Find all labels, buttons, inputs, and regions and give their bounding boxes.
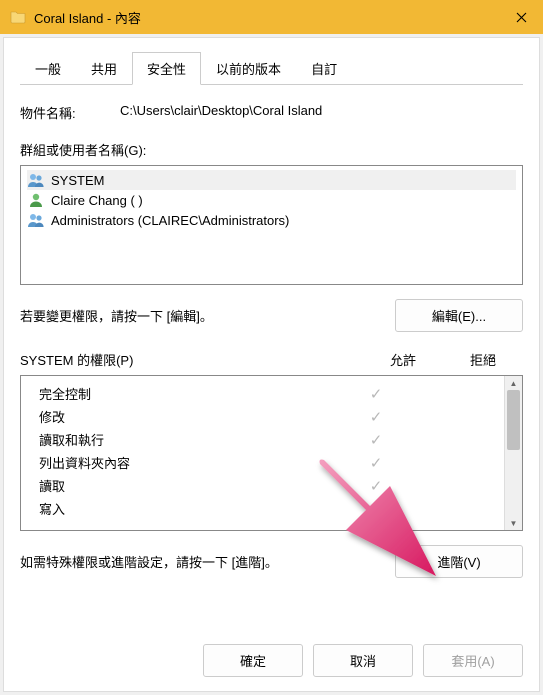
permission-allow-check-icon: ✓	[336, 454, 416, 472]
advanced-hint: 如需特殊權限或進階設定，請按一下 [進階]。	[20, 552, 383, 571]
apply-button[interactable]: 套用(A)	[423, 644, 523, 677]
permissions-title: SYSTEM 的權限(P)	[20, 350, 363, 369]
scroll-thumb[interactable]	[507, 390, 520, 450]
folder-icon	[10, 9, 26, 25]
permission-row: 讀取✓	[29, 474, 496, 497]
edit-button[interactable]: 編輯(E)...	[395, 299, 523, 332]
list-item-label: Administrators (CLAIREC\Administrators)	[51, 213, 289, 228]
permissions-box: 完全控制✓修改✓讀取和執行✓列出資料夾內容✓讀取✓寫入✓ ▲ ▼	[20, 375, 523, 531]
permissions-list: 完全控制✓修改✓讀取和執行✓列出資料夾內容✓讀取✓寫入✓	[21, 376, 504, 530]
permission-name: 列出資料夾內容	[29, 453, 336, 472]
permissions-col-allow: 允許	[363, 350, 443, 369]
ok-button[interactable]: 確定	[203, 644, 303, 677]
window-title: Coral Island - 內容	[34, 8, 499, 27]
object-name-row: 物件名稱: C:\Users\clair\Desktop\Coral Islan…	[20, 103, 523, 122]
permission-allow-check-icon: ✓	[336, 477, 416, 495]
permission-name: 修改	[29, 407, 336, 426]
window-body: 一般 共用 安全性 以前的版本 自訂 物件名稱: C:\Users\clair\…	[3, 37, 540, 692]
groups-label: 群組或使用者名稱(G):	[20, 140, 523, 159]
permission-name: 完全控制	[29, 384, 336, 403]
cancel-button[interactable]: 取消	[313, 644, 413, 677]
permission-allow-check-icon: ✓	[336, 408, 416, 426]
permission-row: 寫入✓	[29, 497, 496, 520]
permission-name: 讀取和執行	[29, 430, 336, 449]
tab-general[interactable]: 一般	[20, 52, 76, 85]
permission-row: 列出資料夾內容✓	[29, 451, 496, 474]
permission-allow-check-icon: ✓	[336, 431, 416, 449]
user-icon	[27, 192, 45, 208]
permission-row: 修改✓	[29, 405, 496, 428]
permission-row: 完全控制✓	[29, 382, 496, 405]
list-item-label: SYSTEM	[51, 173, 104, 188]
permissions-header: SYSTEM 的權限(P) 允許 拒絕	[20, 350, 523, 369]
tab-customize[interactable]: 自訂	[296, 52, 352, 85]
list-item[interactable]: Claire Chang ( )	[27, 190, 516, 210]
object-name-value: C:\Users\clair\Desktop\Coral Island	[120, 103, 523, 122]
titlebar: Coral Island - 內容	[0, 0, 543, 34]
tab-strip: 一般 共用 安全性 以前的版本 自訂	[20, 52, 523, 85]
list-item-label: Claire Chang ( )	[51, 193, 143, 208]
group-icon	[27, 212, 45, 228]
advanced-row: 如需特殊權限或進階設定，請按一下 [進階]。 進階(V)	[20, 545, 523, 578]
close-button[interactable]	[499, 0, 543, 34]
scroll-up-arrow-icon: ▲	[505, 376, 522, 390]
close-icon	[516, 12, 527, 23]
permission-allow-check-icon: ✓	[336, 385, 416, 403]
scroll-down-arrow-icon: ▼	[505, 516, 522, 530]
permission-row: 讀取和執行✓	[29, 428, 496, 451]
tab-previous-versions[interactable]: 以前的版本	[201, 52, 296, 85]
groups-listbox[interactable]: SYSTEM Claire Chang ( ) Administrators (CL…	[20, 165, 523, 285]
advanced-button[interactable]: 進階(V)	[395, 545, 523, 578]
tab-sharing[interactable]: 共用	[76, 52, 132, 85]
tab-security[interactable]: 安全性	[132, 52, 201, 85]
permission-name: 讀取	[29, 476, 336, 495]
group-icon	[27, 172, 45, 188]
permission-allow-check-icon: ✓	[336, 500, 416, 518]
edit-hint: 若要變更權限，請按一下 [編輯]。	[20, 306, 383, 325]
permissions-col-deny: 拒絕	[443, 350, 523, 369]
edit-row: 若要變更權限，請按一下 [編輯]。 編輯(E)...	[20, 299, 523, 332]
list-item[interactable]: SYSTEM	[27, 170, 516, 190]
object-name-label: 物件名稱:	[20, 103, 120, 122]
permissions-scrollbar[interactable]: ▲ ▼	[504, 376, 522, 530]
list-item[interactable]: Administrators (CLAIREC\Administrators)	[27, 210, 516, 230]
dialog-footer: 確定 取消 套用(A)	[203, 644, 523, 677]
permission-name: 寫入	[29, 499, 336, 518]
